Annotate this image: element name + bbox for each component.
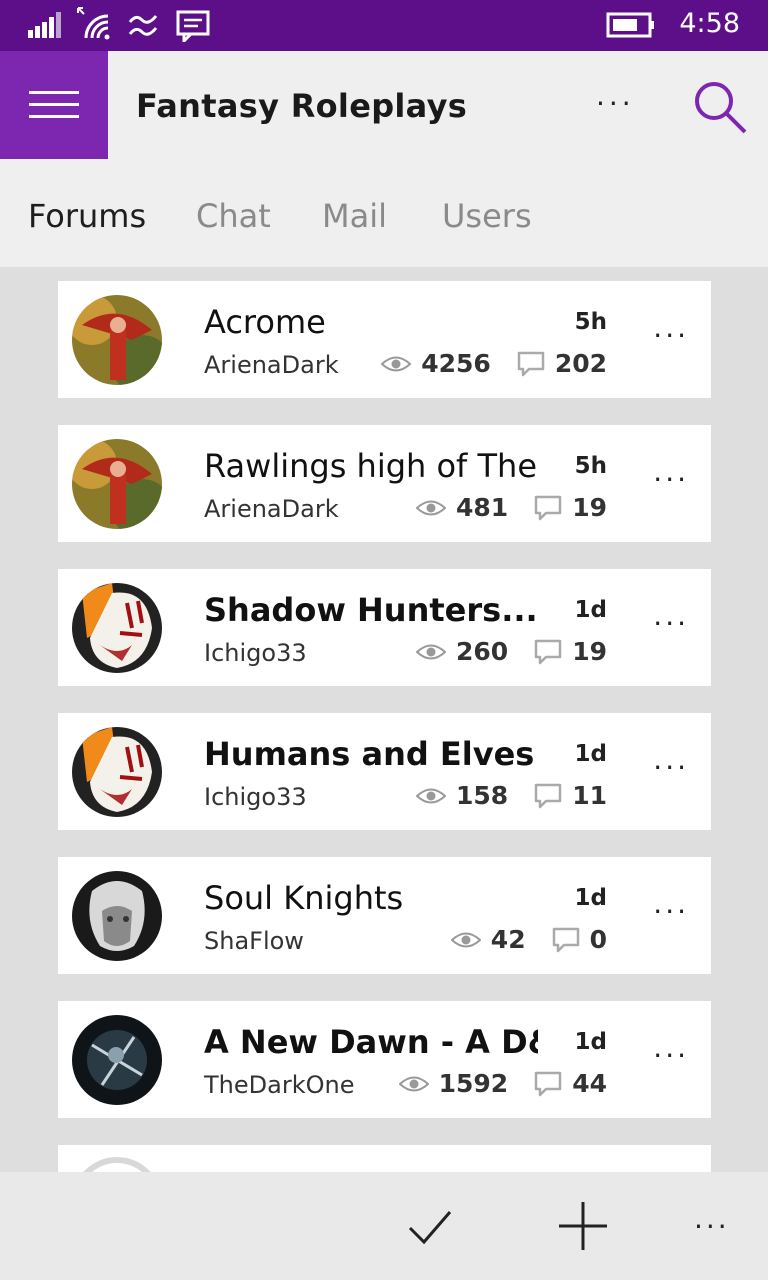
topic-card[interactable]: Humans and Elves (ro Ichigo33 1d 158 11 … [58, 713, 711, 830]
clock: 4:58 [679, 8, 740, 39]
replies-count: 0 [589, 925, 607, 954]
app-bar-more-button[interactable]: ··· [694, 1210, 730, 1243]
replies-icon [534, 1071, 562, 1096]
sync-icon [128, 15, 158, 36]
topic-stats: 260 19 [416, 637, 607, 666]
topic-card[interactable]: Acrome ArienaDark 5h 4256 202 ··· [58, 281, 711, 398]
topic-card[interactable]: Soul Knights ShaFlow 1d 42 0 ··· [58, 857, 711, 974]
replies-count: 19 [572, 637, 607, 666]
topic-title: Acrome [204, 303, 326, 341]
topic-title: Soul Knights [204, 879, 404, 917]
bottom-app-bar: ··· [0, 1172, 768, 1280]
avatar [72, 583, 162, 673]
topic-stats: 158 11 [416, 781, 607, 810]
topic-stats: 4256 202 [381, 349, 607, 378]
topic-more-button[interactable]: ··· [653, 607, 689, 640]
views-icon [381, 356, 412, 371]
avatar [72, 1015, 162, 1105]
tab-mail[interactable]: Mail [322, 197, 387, 235]
avatar [72, 871, 162, 961]
views-icon [450, 932, 481, 947]
topic-list: Acrome ArienaDark 5h 4256 202 ··· Rawlin… [0, 267, 768, 1172]
avatar [72, 295, 162, 385]
topic-stats: 42 0 [450, 925, 607, 954]
add-icon[interactable] [557, 1200, 609, 1252]
topic-title: Shadow Hunters.... (T [204, 591, 538, 629]
topic-author[interactable]: ShaFlow [204, 927, 304, 955]
wifi-icon [77, 7, 110, 40]
search-icon[interactable] [690, 77, 750, 137]
topic-author[interactable]: TheDarkOne [204, 1071, 354, 1099]
views-count: 1592 [438, 1069, 509, 1098]
tab-forums[interactable]: Forums [28, 197, 146, 235]
avatar [72, 439, 162, 529]
topic-card[interactable] [58, 1145, 711, 1172]
app-header: Fantasy Roleplays ··· [0, 51, 768, 159]
topic-author[interactable]: Ichigo33 [204, 639, 307, 667]
topic-more-button[interactable]: ··· [653, 751, 689, 784]
replies-icon [517, 351, 545, 376]
topic-age: 1d [574, 741, 607, 767]
views-icon [416, 644, 447, 659]
topic-stats: 481 19 [416, 493, 607, 522]
topic-age: 1d [574, 597, 607, 623]
message-icon [176, 10, 210, 42]
hamburger-menu-button[interactable] [0, 51, 108, 159]
views-icon [398, 1076, 429, 1091]
views-count: 4256 [421, 349, 491, 378]
avatar [72, 727, 162, 817]
topic-author[interactable]: Ichigo33 [204, 783, 307, 811]
views-count: 481 [456, 493, 509, 522]
topic-more-button[interactable]: ··· [653, 895, 689, 928]
topic-card[interactable]: A New Dawn - A D&D TheDarkOne 1d 1592 44… [58, 1001, 711, 1118]
replies-count: 11 [572, 781, 607, 810]
topic-more-button[interactable]: ··· [653, 1039, 689, 1072]
header-more-button[interactable]: ··· [596, 87, 635, 120]
topic-age: 5h [574, 309, 607, 335]
topic-more-button[interactable]: ··· [653, 319, 689, 352]
replies-count: 44 [572, 1069, 607, 1098]
topic-stats: 1592 44 [398, 1069, 607, 1098]
topic-title: Rawlings high of The [204, 447, 537, 485]
replies-count: 202 [554, 349, 607, 378]
views-count: 158 [456, 781, 509, 810]
topic-title: A New Dawn - A D&D [204, 1023, 538, 1061]
topic-title: Humans and Elves (ro [204, 735, 538, 773]
status-bar: 4:58 [0, 0, 768, 51]
topic-card[interactable]: Rawlings high of The ArienaDark 5h 481 1… [58, 425, 711, 542]
tab-users[interactable]: Users [442, 197, 532, 235]
replies-icon [534, 495, 562, 520]
topic-age: 1d [574, 885, 607, 911]
hamburger-line [29, 91, 79, 94]
hamburger-line [29, 103, 79, 106]
topic-more-button[interactable]: ··· [653, 463, 689, 496]
tab-chat[interactable]: Chat [196, 197, 271, 235]
avatar [72, 1157, 162, 1172]
tab-bar: Forums Chat Mail Users [0, 159, 768, 267]
topic-author[interactable]: ArienaDark [204, 495, 339, 523]
replies-count: 19 [572, 493, 607, 522]
replies-icon [534, 639, 562, 664]
views-icon [416, 500, 447, 515]
topic-author[interactable]: ArienaDark [204, 351, 339, 379]
signal-icon [28, 12, 61, 38]
views-icon [416, 788, 447, 803]
views-count: 260 [456, 637, 509, 666]
views-count: 42 [490, 925, 526, 954]
battery-icon [606, 12, 654, 38]
page-title: Fantasy Roleplays [136, 87, 468, 125]
replies-icon [552, 927, 579, 952]
checkmark-icon[interactable] [404, 1200, 456, 1252]
topic-age: 5h [574, 453, 607, 479]
topic-card[interactable]: Shadow Hunters.... (T Ichigo33 1d 260 19… [58, 569, 711, 686]
topic-age: 1d [574, 1029, 607, 1055]
replies-icon [534, 783, 562, 808]
hamburger-line [29, 115, 79, 118]
